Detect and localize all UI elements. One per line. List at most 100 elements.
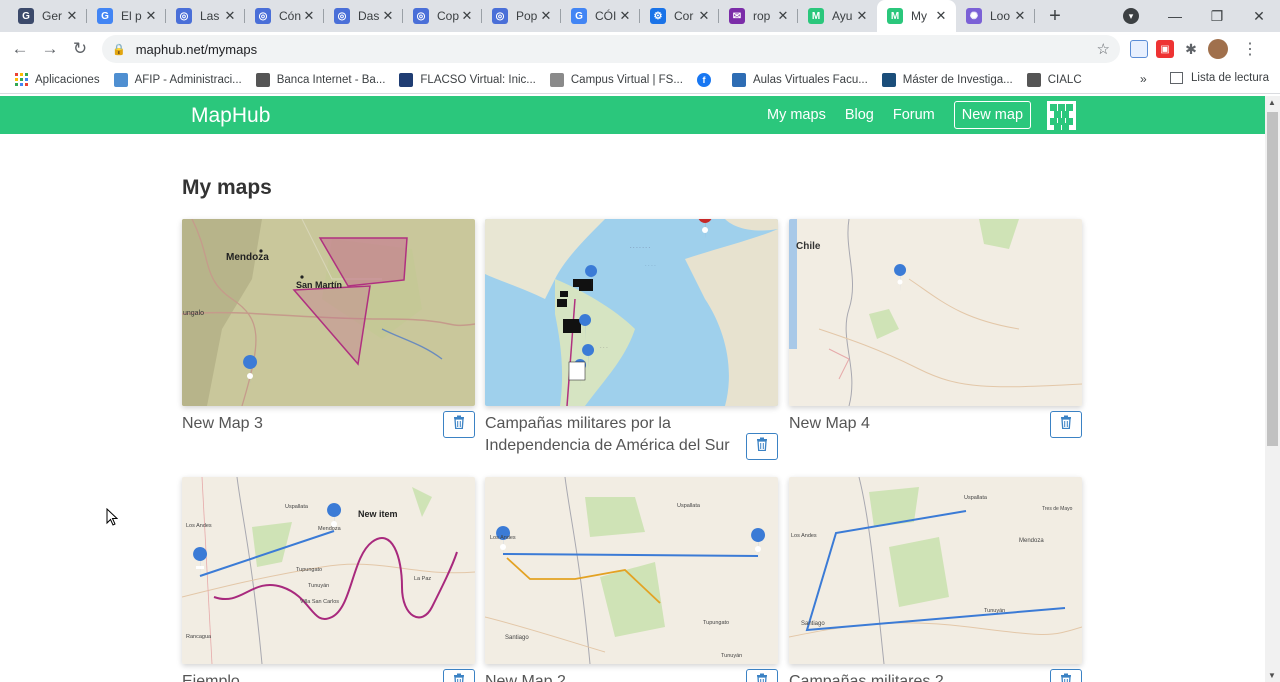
nav-forum[interactable]: Forum: [893, 107, 935, 123]
nav-blog[interactable]: Blog: [845, 107, 874, 123]
tab-close-icon[interactable]: ✕: [223, 8, 237, 24]
map-thumbnail[interactable]: New item Los Andes Mendoza Uspallata Tup…: [182, 477, 475, 664]
delete-map-button[interactable]: [1050, 669, 1082, 682]
browser-menu-icon[interactable]: ⋮: [1242, 39, 1258, 59]
delete-map-button[interactable]: [443, 669, 475, 682]
tab-list: G Ger ✕ G El p ✕ ◎ Las ✕ ◎ Cón ✕ ◎ Das ✕ ◎ Cop ✕ ◎ Pop ✕ G CÓI…: [8, 0, 1035, 32]
close-window-icon[interactable]: ✕: [1238, 8, 1280, 25]
bookmarks-more-icon[interactable]: »: [1140, 72, 1147, 86]
maphub-navbar: MapHub My maps Blog Forum New map: [0, 96, 1265, 134]
maphub-logo[interactable]: MapHub: [191, 104, 270, 128]
page-viewport: MapHub My maps Blog Forum New map My map…: [0, 96, 1265, 682]
profile-avatar[interactable]: [1208, 39, 1228, 59]
page-scrollbar[interactable]: ▲ ▼: [1265, 96, 1280, 682]
user-identicon[interactable]: [1047, 100, 1077, 130]
new-tab-button[interactable]: +: [1041, 2, 1069, 30]
map-thumbnail[interactable]: Chile: [789, 219, 1082, 406]
browser-tab[interactable]: ◎ Das ✕: [324, 0, 403, 32]
browser-tab[interactable]: G Ger ✕: [8, 0, 87, 32]
delete-map-button[interactable]: [746, 433, 778, 460]
map-thumbnail[interactable]: Los Andes Uspallata Santiago Tupungato T…: [485, 477, 778, 664]
tab-title: Las: [200, 9, 220, 23]
map-title[interactable]: New Map 4: [789, 413, 1034, 435]
tab-title: Cop: [437, 9, 460, 23]
tab-favicon-icon: M: [808, 8, 824, 24]
tab-close-icon[interactable]: ✕: [855, 8, 869, 24]
reading-list-button[interactable]: Lista de lectura: [1170, 72, 1269, 84]
new-map-button[interactable]: New map: [953, 101, 1032, 129]
doc-extension-icon[interactable]: [1130, 40, 1148, 58]
bookmark-item[interactable]: Máster de Investiga...: [881, 72, 1013, 87]
scroll-down-icon[interactable]: ▼: [1268, 671, 1276, 680]
forward-arrow-icon[interactable]: →: [35, 39, 65, 59]
delete-map-button[interactable]: [443, 411, 475, 438]
map-title[interactable]: Ejemplo: [182, 671, 427, 682]
tab-close-icon[interactable]: ✕: [697, 8, 711, 24]
bookmarks-bar: Aplicaciones AFIP - Administraci... Banca …: [0, 66, 1280, 94]
browser-tab[interactable]: ◎ Cón ✕: [245, 0, 324, 32]
browser-tab[interactable]: M Ayu ✕: [798, 0, 877, 32]
identicon-cell: [1050, 103, 1058, 111]
tab-close-icon[interactable]: ✕: [934, 8, 948, 24]
url-text: maphub.net/mymaps: [135, 41, 258, 57]
tab-close-icon[interactable]: ✕: [381, 8, 395, 24]
tab-close-icon[interactable]: ✕: [460, 8, 474, 24]
reload-icon[interactable]: ↻: [65, 39, 95, 59]
minimize-icon[interactable]: —: [1154, 8, 1196, 24]
browser-tab[interactable]: G CÓI ✕: [561, 0, 640, 32]
map-title[interactable]: Campañas militares por la Independencia …: [485, 413, 730, 457]
tab-favicon-icon: ◎: [334, 8, 350, 24]
browser-tab[interactable]: G El p ✕: [87, 0, 166, 32]
bookmark-star-icon[interactable]: ☆: [1097, 40, 1110, 58]
address-bar[interactable]: 🔒 maphub.net/mymaps ☆: [102, 35, 1120, 63]
bookmark-favicon-icon: [113, 72, 128, 87]
bookmark-item[interactable]: AFIP - Administraci...: [113, 72, 242, 87]
lock-icon[interactable]: 🔒: [112, 43, 126, 56]
back-arrow-icon[interactable]: ←: [5, 39, 35, 59]
bookmark-item[interactable]: Aulas Virtuales Facu...: [731, 72, 868, 87]
map-thumbnail[interactable]: Mendoza San Martín ungalo: [182, 219, 475, 406]
scroll-up-icon[interactable]: ▲: [1268, 98, 1276, 107]
delete-map-button[interactable]: [1050, 411, 1082, 438]
bookmark-item[interactable]: Banca Internet - Ba...: [255, 72, 385, 87]
map-card: Los Andes Uspallata Santiago Tupungato T…: [485, 477, 778, 682]
map-title[interactable]: Campañas militares 2: [789, 671, 1034, 682]
identicon-cell: [1062, 122, 1070, 130]
browser-tab[interactable]: ◎ Las ✕: [166, 0, 245, 32]
map-label: Mendoza: [226, 252, 269, 263]
bookmark-item[interactable]: Campus Virtual | FS...: [549, 72, 683, 87]
tab-search-icon[interactable]: ▾: [1123, 8, 1139, 24]
browser-tab[interactable]: ◎ Cop ✕: [403, 0, 482, 32]
tab-close-icon[interactable]: ✕: [539, 8, 553, 24]
tab-close-icon[interactable]: ✕: [302, 8, 316, 24]
bookmark-favicon-icon: [255, 72, 270, 87]
pdf-extension-icon[interactable]: ▣: [1156, 40, 1174, 58]
puzzle-extensions-icon[interactable]: ✱: [1182, 40, 1200, 58]
tab-close-icon[interactable]: ✕: [618, 8, 632, 24]
delete-map-button[interactable]: [746, 669, 778, 682]
browser-tab[interactable]: ◎ Pop ✕: [482, 0, 561, 32]
bookmark-label: Aplicaciones: [35, 73, 100, 86]
bookmark-item[interactable]: FLACSO Virtual: Inic...: [399, 72, 536, 87]
map-thumbnail[interactable]: · · · · · · · · · · · · · ·: [485, 219, 778, 406]
bookmark-item[interactable]: CIALC: [1026, 72, 1082, 87]
bookmark-favicon-icon: [1026, 72, 1041, 87]
scrollbar-thumb[interactable]: [1267, 112, 1278, 446]
map-title[interactable]: New Map 3: [182, 413, 427, 435]
restore-icon[interactable]: ❐: [1196, 8, 1238, 25]
map-title[interactable]: New Map 2: [485, 671, 730, 682]
tab-close-icon[interactable]: ✕: [776, 8, 790, 24]
tab-close-icon[interactable]: ✕: [144, 8, 158, 24]
map-thumbnail[interactable]: Los Andes Uspallata Mendoza Santiago Tun…: [789, 477, 1082, 664]
bookmark-item[interactable]: f: [696, 72, 718, 87]
map-label: Chile: [796, 241, 821, 252]
bookmark-item[interactable]: Aplicaciones: [14, 73, 100, 87]
tab-close-icon[interactable]: ✕: [1013, 8, 1027, 24]
nav-my-maps[interactable]: My maps: [767, 107, 826, 123]
browser-tab[interactable]: M My ✕: [877, 0, 956, 32]
browser-tab[interactable]: ⚙ Cor ✕: [640, 0, 719, 32]
browser-tab[interactable]: ✺ Loo ✕: [956, 0, 1035, 32]
map-label: Los Andes: [791, 533, 817, 539]
tab-close-icon[interactable]: ✕: [65, 8, 79, 24]
browser-tab[interactable]: ✉ rop ✕: [719, 0, 798, 32]
